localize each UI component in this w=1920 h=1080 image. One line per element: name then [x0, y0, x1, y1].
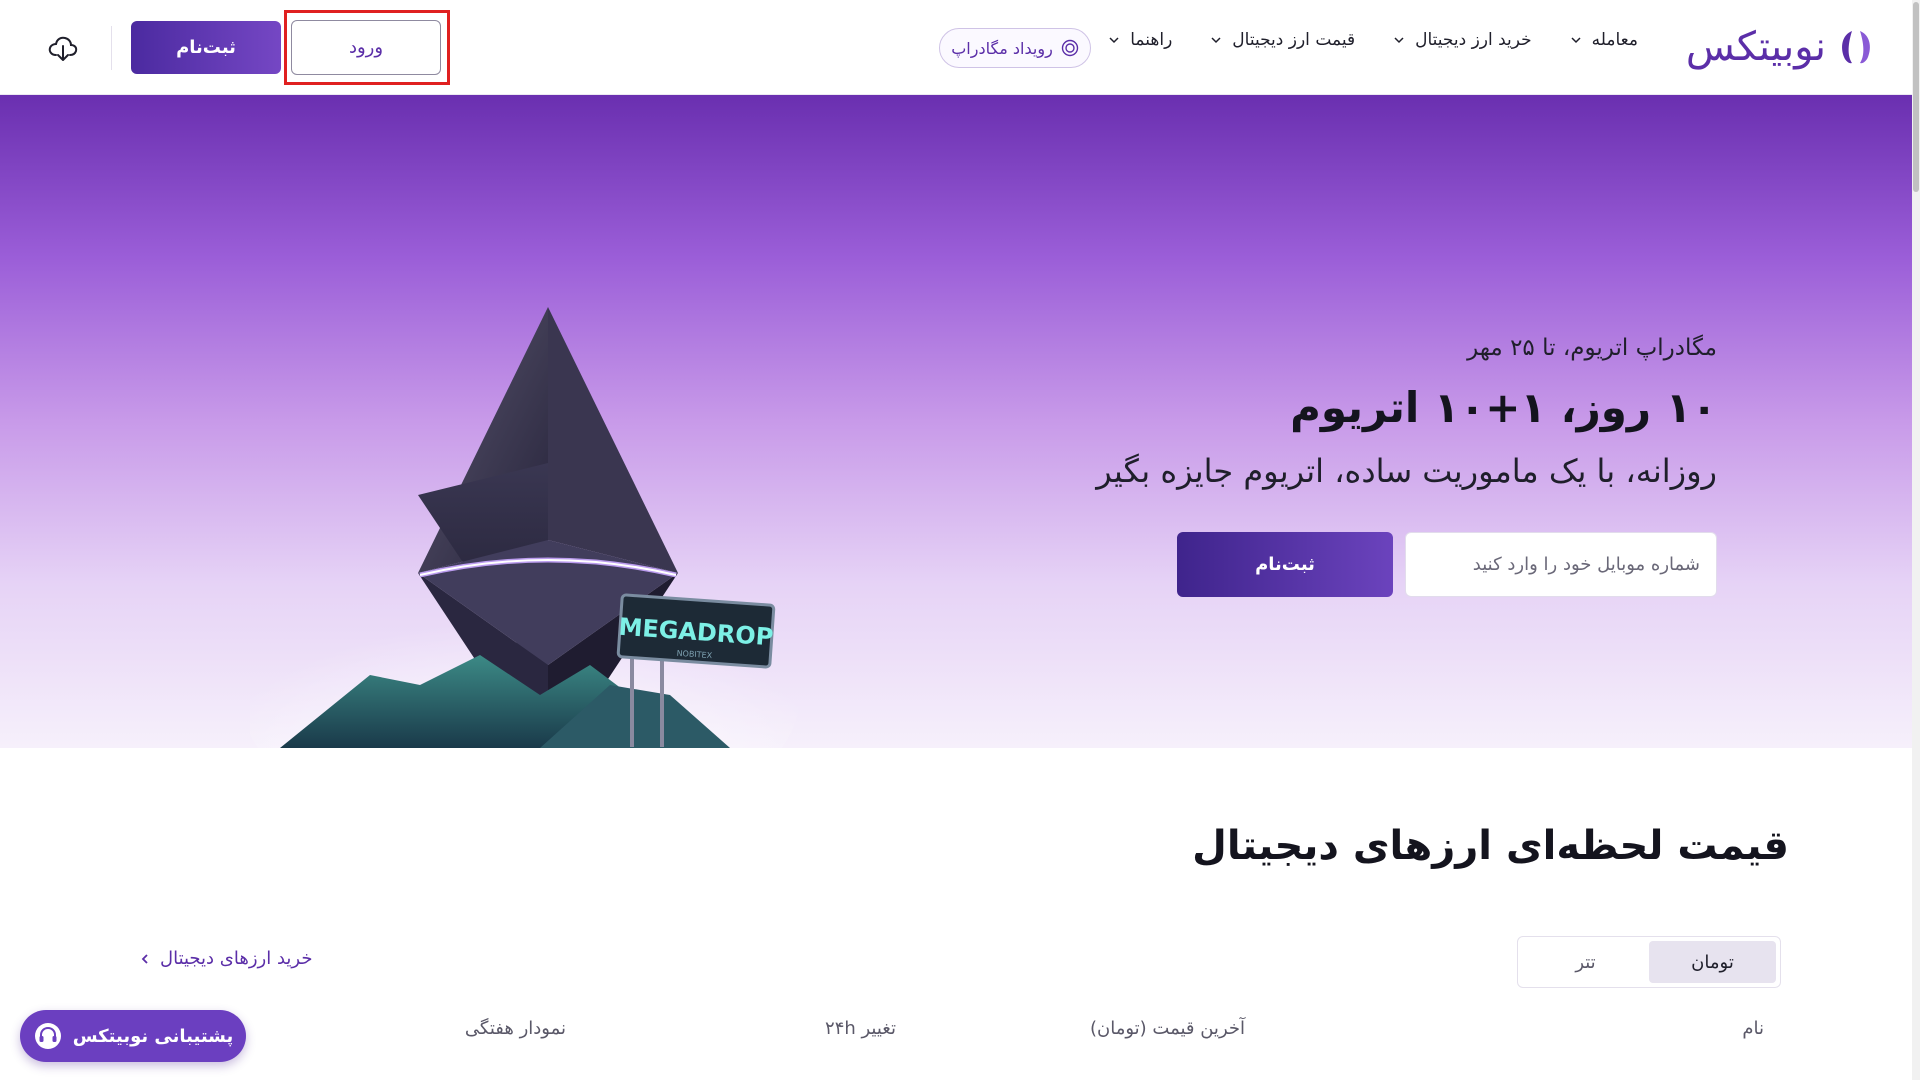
- ethereum-megadrop-illustration: MEGADROP NOBITEX: [250, 307, 800, 748]
- download-app-icon[interactable]: [47, 33, 79, 63]
- nav-crypto-prices[interactable]: قیمت ارز دیجیتال: [1210, 30, 1355, 50]
- register-button[interactable]: ثبت‌نام: [131, 21, 281, 74]
- hero-subtitle: مگادراپ اتریوم، تا ۲۵ مهر: [1467, 335, 1717, 361]
- nav-buy-crypto[interactable]: خرید ارز دیجیتال: [1393, 30, 1532, 50]
- toggle-tether[interactable]: تتر: [1522, 941, 1649, 983]
- column-header-change: تغییر ۲۴h: [825, 1018, 896, 1039]
- badge-icon: [1061, 39, 1079, 57]
- nav-trade[interactable]: معامله: [1570, 30, 1638, 50]
- top-header: نوبیتکس معامله خرید ارز دیجیتال قیمت ارز…: [0, 0, 1912, 95]
- phone-input[interactable]: [1405, 532, 1717, 597]
- hero-banner: MEGADROP NOBITEX مگادراپ اتریوم، تا ۲۵ م…: [0, 95, 1912, 748]
- nav-guide[interactable]: راهنما: [1108, 30, 1172, 50]
- support-button[interactable]: پشتیبانی نوبیتکس: [20, 1010, 246, 1062]
- scrollbar-thumb[interactable]: [1913, 2, 1919, 192]
- chevron-down-icon: [1571, 37, 1581, 44]
- currency-toggle: تومان تتر: [1517, 936, 1781, 988]
- toggle-toman[interactable]: تومان: [1649, 941, 1776, 983]
- column-header-chart: نمودار هفتگی: [464, 1018, 566, 1039]
- support-label: پشتیبانی نوبیتکس: [72, 1025, 234, 1047]
- column-header-price: آخرین قیمت (تومان): [1089, 1018, 1245, 1039]
- nav-trade-label: معامله: [1591, 30, 1638, 50]
- hero-register-button[interactable]: ثبت‌نام: [1177, 532, 1393, 597]
- chevron-down-icon: [1109, 37, 1119, 44]
- headset-icon: [34, 1023, 61, 1049]
- buy-crypto-link-label: خرید ارزهای دیجیتال: [160, 948, 313, 969]
- column-header-name: نام: [1742, 1018, 1764, 1039]
- megadrop-event-button[interactable]: رویداد مگادراپ: [939, 28, 1091, 68]
- hero-description: روزانه، با یک ماموریت ساده، اتریوم جایزه…: [1096, 452, 1717, 490]
- prices-section-title: قیمت لحظه‌ای ارزهای دیجیتال: [1192, 823, 1789, 869]
- logo[interactable]: نوبیتکس: [1686, 22, 1874, 72]
- main-nav: معامله خرید ارز دیجیتال قیمت ارز دیجیتال…: [1108, 30, 1638, 50]
- nobitex-logo-icon: [1842, 31, 1870, 64]
- logo-text: نوبیتکس: [1685, 24, 1827, 70]
- buy-crypto-link[interactable]: خرید ارزهای دیجیتال: [140, 948, 312, 969]
- divider: [111, 26, 112, 70]
- nav-buy-crypto-label: خرید ارز دیجیتال: [1415, 30, 1532, 50]
- nav-crypto-prices-label: قیمت ارز دیجیتال: [1232, 30, 1356, 50]
- chevron-left-icon: [141, 953, 148, 964]
- login-button[interactable]: ورود: [291, 20, 441, 75]
- event-label: رویداد مگادراپ: [951, 38, 1053, 58]
- chevron-down-icon: [1394, 37, 1404, 44]
- chevron-down-icon: [1211, 37, 1221, 44]
- nav-guide-label: راهنما: [1130, 30, 1173, 50]
- hero-title: ۱۰ روز، ۱+۱۰ اتریوم: [1290, 383, 1717, 432]
